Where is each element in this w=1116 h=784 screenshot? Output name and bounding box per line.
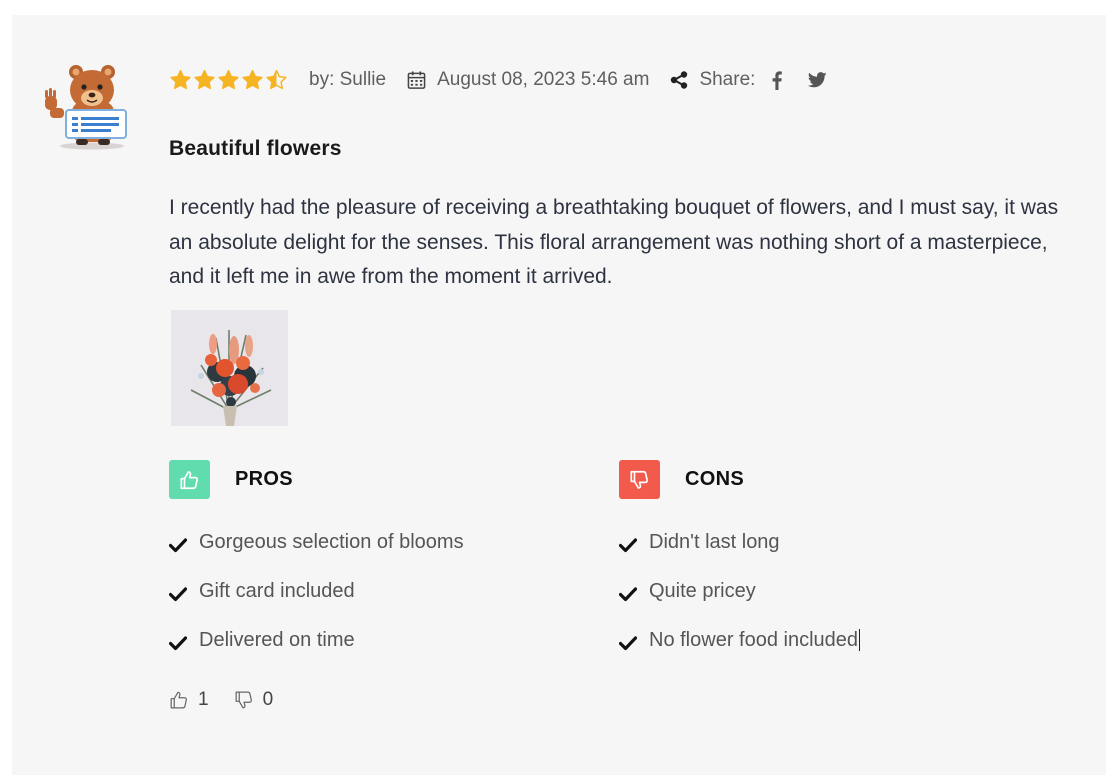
thumbs-down-outline-icon xyxy=(235,691,252,709)
review-body: I recently had the pleasure of receiving… xyxy=(169,196,1059,288)
check-icon xyxy=(169,636,187,651)
star-icon xyxy=(170,69,191,90)
pros-item: Gift card included xyxy=(169,580,464,629)
review-photo[interactable] xyxy=(171,310,288,426)
star-rating xyxy=(169,69,288,91)
vote-down-count: 0 xyxy=(262,689,274,710)
thumbs-up-icon xyxy=(179,470,198,489)
star-icon xyxy=(266,69,287,90)
bear-mascot-icon xyxy=(45,65,127,150)
share-label: Share: xyxy=(699,69,756,90)
cons-item: No flower food included xyxy=(619,629,861,678)
vote-up-button[interactable]: 1 xyxy=(169,689,209,711)
review-author: by: Sullie xyxy=(309,69,387,90)
review-meta: by: Sullie August 08, 2023 5:46 am Share… xyxy=(169,66,828,94)
star-icon xyxy=(242,69,263,90)
share-icon xyxy=(671,71,688,89)
cons-header: CONS xyxy=(619,460,744,499)
pros-badge xyxy=(169,460,210,499)
review-title: Beautiful flowers xyxy=(169,137,342,160)
check-icon xyxy=(619,538,637,553)
cons-heading: CONS xyxy=(685,468,744,490)
check-icon xyxy=(169,538,187,553)
pros-heading: PROS xyxy=(235,468,293,490)
pros-list: Gorgeous selection of blooms Gift card i… xyxy=(169,531,464,678)
cons-badge xyxy=(619,460,660,499)
star-icon xyxy=(194,69,215,90)
cons-item-label: Didn't last long xyxy=(649,531,780,553)
check-icon xyxy=(619,587,637,602)
text-cursor xyxy=(859,629,861,651)
pros-item-label: Gift card included xyxy=(199,580,355,602)
twitter-icon[interactable] xyxy=(808,72,828,88)
vote-up-count: 1 xyxy=(198,689,209,710)
helpful-votes: 1 0 xyxy=(169,689,273,711)
star-icon xyxy=(218,69,239,90)
vote-down-button[interactable]: 0 xyxy=(234,689,274,711)
thumbs-down-icon xyxy=(629,470,648,489)
cons-list: Didn't last long Quite pricey No flower … xyxy=(619,531,861,678)
pros-item-label: Gorgeous selection of blooms xyxy=(199,531,464,553)
pros-header: PROS xyxy=(169,460,293,499)
pros-item-label: Delivered on time xyxy=(199,629,355,651)
check-icon xyxy=(619,636,637,651)
cons-item-label[interactable]: No flower food included xyxy=(649,629,858,652)
thumbs-up-outline-icon xyxy=(170,691,187,709)
check-icon xyxy=(169,587,187,602)
pros-item: Delivered on time xyxy=(169,629,464,678)
pros-item: Gorgeous selection of blooms xyxy=(169,531,464,580)
facebook-icon[interactable] xyxy=(772,70,783,90)
reviewer-avatar xyxy=(40,62,140,152)
review-date: August 08, 2023 5:46 am xyxy=(437,69,650,90)
cons-item: Didn't last long xyxy=(619,531,860,580)
cons-item-label: Quite pricey xyxy=(649,580,756,602)
cons-item: Quite pricey xyxy=(619,580,860,629)
calendar-icon xyxy=(407,71,426,89)
